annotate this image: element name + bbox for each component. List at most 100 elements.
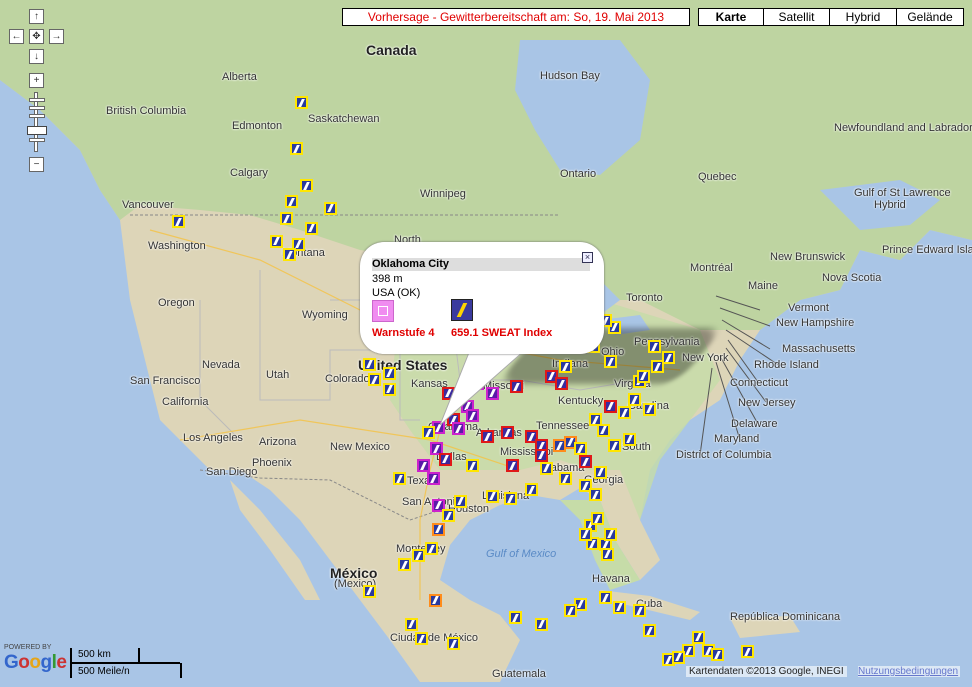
thunderstorm-station-marker[interactable] bbox=[600, 547, 614, 561]
thunderstorm-station-marker[interactable] bbox=[632, 604, 646, 618]
thunderstorm-station-marker[interactable] bbox=[299, 179, 313, 193]
thunderstorm-station-marker[interactable] bbox=[539, 461, 553, 475]
thunderstorm-station-marker[interactable] bbox=[623, 432, 637, 446]
thunderstorm-station-marker[interactable] bbox=[628, 393, 641, 407]
thunderstorm-station-marker[interactable] bbox=[647, 340, 661, 354]
thunderstorm-station-marker[interactable] bbox=[425, 542, 439, 556]
thunderstorm-station-marker[interactable] bbox=[485, 386, 499, 400]
thunderstorm-station-marker[interactable] bbox=[363, 357, 377, 371]
thunderstorm-station-marker[interactable] bbox=[510, 380, 524, 394]
thunderstorm-station-marker[interactable] bbox=[662, 351, 676, 365]
thunderstorm-station-marker[interactable] bbox=[579, 527, 592, 541]
thunderstorm-station-marker[interactable] bbox=[554, 377, 568, 391]
zoom-slider-thumb[interactable] bbox=[27, 126, 47, 135]
thunderstorm-station-marker[interactable] bbox=[500, 426, 514, 440]
map-label: Vancouver bbox=[122, 199, 174, 211]
thunderstorm-station-marker[interactable] bbox=[564, 604, 578, 618]
thunderstorm-station-marker[interactable] bbox=[285, 195, 298, 209]
thunderstorm-station-marker[interactable] bbox=[574, 442, 588, 456]
thunderstorm-station-marker[interactable] bbox=[172, 215, 186, 229]
thunderstorm-station-marker[interactable] bbox=[505, 459, 519, 473]
terms-of-use-link[interactable]: Nutzungsbedingungen bbox=[858, 666, 961, 677]
thunderstorm-station-marker[interactable] bbox=[588, 413, 602, 427]
thunderstorm-station-marker[interactable] bbox=[603, 355, 617, 368]
thunderstorm-station-marker[interactable] bbox=[691, 630, 705, 644]
thunderstorm-station-marker[interactable] bbox=[415, 632, 429, 646]
map-type-satellit-button[interactable]: Satellit bbox=[763, 8, 830, 26]
thunderstorm-station-marker[interactable] bbox=[588, 488, 602, 502]
thunderstorm-station-marker[interactable] bbox=[672, 650, 686, 664]
thunderstorm-station-marker[interactable] bbox=[404, 617, 418, 631]
map-type-hybrid-button[interactable]: Hybrid bbox=[829, 8, 897, 26]
thunderstorm-station-marker[interactable] bbox=[642, 624, 656, 638]
thunderstorm-station-marker[interactable] bbox=[466, 409, 480, 423]
thunderstorm-station-marker[interactable] bbox=[603, 527, 617, 541]
thunderstorm-station-marker[interactable] bbox=[324, 201, 338, 215]
thunderstorm-station-marker[interactable] bbox=[579, 455, 592, 469]
thunderstorm-station-marker[interactable] bbox=[438, 452, 452, 466]
zoom-in-button[interactable]: + bbox=[29, 73, 44, 88]
thunderstorm-station-marker[interactable] bbox=[422, 426, 436, 440]
thunderstorm-station-marker[interactable] bbox=[608, 439, 622, 453]
thunderstorm-station-marker[interactable] bbox=[451, 422, 465, 436]
thunderstorm-station-marker[interactable] bbox=[446, 637, 460, 651]
station-info-popup[interactable]: Oklahoma City × 398 m USA (OK) Warnstufe… bbox=[360, 242, 604, 354]
thunderstorm-station-marker[interactable] bbox=[618, 406, 632, 420]
thunderstorm-station-marker[interactable] bbox=[453, 494, 467, 508]
zoom-out-button[interactable]: − bbox=[29, 157, 44, 172]
pan-up-button[interactable]: ↑ bbox=[29, 9, 44, 24]
map-canvas[interactable]: Canada United States México (Mexico) Alberta… bbox=[0, 0, 972, 682]
thunderstorm-station-marker[interactable] bbox=[429, 593, 443, 607]
thunderstorm-station-marker[interactable] bbox=[534, 448, 548, 462]
thunderstorm-station-marker[interactable] bbox=[471, 377, 485, 391]
thunderstorm-station-marker[interactable] bbox=[613, 600, 627, 614]
thunderstorm-station-marker[interactable] bbox=[593, 465, 607, 479]
map-type-karte-button[interactable]: Karte bbox=[698, 8, 764, 26]
thunderstorm-station-marker[interactable] bbox=[270, 234, 284, 248]
thunderstorm-station-marker[interactable] bbox=[363, 584, 377, 598]
thunderstorm-station-marker[interactable] bbox=[294, 96, 308, 110]
pan-down-button[interactable]: ↓ bbox=[29, 49, 44, 64]
thunderstorm-station-marker[interactable] bbox=[289, 142, 303, 156]
zoom-slider[interactable] bbox=[27, 92, 47, 152]
thunderstorm-station-marker[interactable] bbox=[740, 645, 754, 659]
popup-close-icon[interactable]: × bbox=[582, 252, 593, 263]
thunderstorm-station-marker[interactable] bbox=[559, 360, 573, 374]
thunderstorm-station-marker[interactable] bbox=[417, 459, 431, 473]
thunderstorm-station-marker[interactable] bbox=[304, 221, 318, 235]
thunderstorm-station-marker[interactable] bbox=[636, 369, 650, 383]
thunderstorm-station-marker[interactable] bbox=[509, 611, 523, 625]
pan-right-button[interactable]: → bbox=[49, 29, 64, 44]
thunderstorm-station-marker[interactable] bbox=[481, 430, 494, 444]
thunderstorm-station-marker[interactable] bbox=[503, 492, 517, 506]
google-logo[interactable]: Google bbox=[4, 652, 67, 674]
thunderstorm-station-marker[interactable] bbox=[598, 591, 612, 605]
thunderstorm-station-marker[interactable] bbox=[368, 373, 382, 387]
thunderstorm-station-marker[interactable] bbox=[711, 648, 725, 662]
thunderstorm-station-marker[interactable] bbox=[383, 382, 396, 396]
thunderstorm-station-marker[interactable] bbox=[383, 366, 396, 380]
thunderstorm-station-marker[interactable] bbox=[466, 459, 480, 473]
thunderstorm-station-marker[interactable] bbox=[432, 522, 445, 536]
thunderstorm-station-marker[interactable] bbox=[283, 248, 297, 262]
thunderstorm-station-marker[interactable] bbox=[441, 509, 455, 523]
thunderstorm-station-marker[interactable] bbox=[559, 472, 573, 486]
thunderstorm-station-marker[interactable] bbox=[427, 472, 441, 486]
thunderstorm-station-marker[interactable] bbox=[485, 489, 499, 503]
map-label: New Brunswick bbox=[770, 251, 846, 263]
thunderstorm-station-marker[interactable] bbox=[280, 212, 294, 226]
thunderstorm-station-marker[interactable] bbox=[590, 512, 604, 526]
thunderstorm-station-marker[interactable] bbox=[534, 617, 548, 631]
thunderstorm-station-marker[interactable] bbox=[412, 549, 426, 563]
thunderstorm-station-marker[interactable] bbox=[642, 402, 656, 416]
pan-center-button[interactable]: ✥ bbox=[29, 29, 44, 44]
map-label: Gulf of Mexico bbox=[486, 548, 557, 560]
thunderstorm-station-marker[interactable] bbox=[525, 483, 539, 497]
thunderstorm-station-marker[interactable] bbox=[603, 399, 617, 413]
thunderstorm-station-marker[interactable] bbox=[392, 472, 406, 486]
pan-left-button[interactable]: ← bbox=[9, 29, 24, 44]
map-label: Arizona bbox=[259, 436, 297, 448]
map-type-gelaende-button[interactable]: Gelände bbox=[896, 8, 964, 26]
thunderstorm-station-marker[interactable] bbox=[397, 558, 411, 572]
thunderstorm-station-marker[interactable] bbox=[441, 386, 455, 400]
